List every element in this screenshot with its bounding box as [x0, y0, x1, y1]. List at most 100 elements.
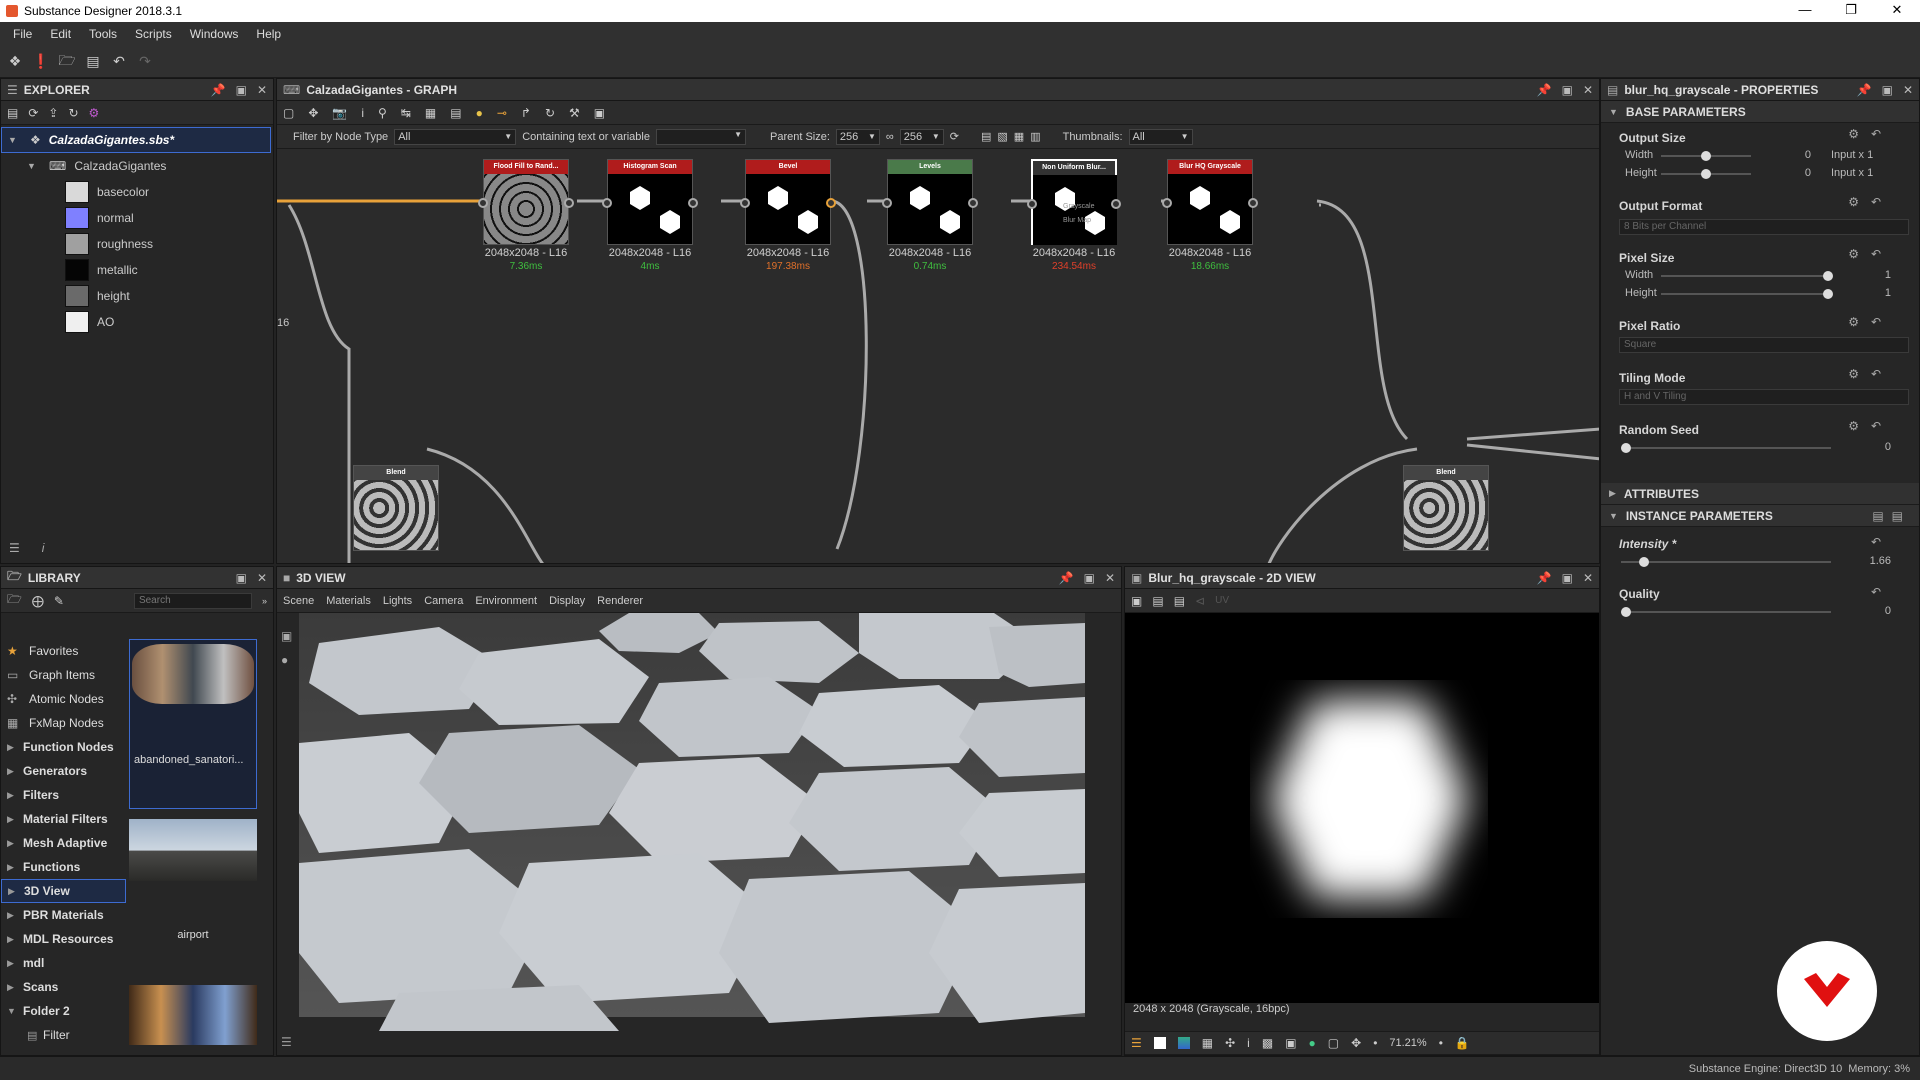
graph-canvas[interactable]: 16 Flood Fill to Rand... 2048x2048 - L16 7… [277, 149, 1599, 563]
close-button[interactable]: ✕ [1874, 0, 1920, 22]
refresh-icon[interactable]: ⟳ [28, 106, 38, 120]
library-category-mdl-resources[interactable]: ▶ MDL Resources [1, 927, 126, 951]
channels-icon[interactable]: ▣ [1285, 1036, 1296, 1050]
chevron-down-icon[interactable]: ▼ [27, 161, 37, 171]
library-category-generators[interactable]: ▶ Generators [1, 759, 126, 783]
paste-icon[interactable]: ▤ [1174, 594, 1185, 608]
open-folder-icon[interactable]: 🗁 [58, 52, 76, 71]
graph-node-blend-left[interactable]: Blend [353, 465, 439, 551]
library-search-input[interactable]: Search [133, 592, 252, 609]
library-category-functions[interactable]: ▶ Functions [1, 855, 126, 879]
output-row-roughness[interactable]: roughness [1, 231, 273, 257]
param-icons[interactable]: ↶ [1871, 535, 1893, 549]
menu-scene[interactable]: Scene [283, 595, 314, 607]
pick-icon[interactable]: ✣ [1225, 1036, 1235, 1050]
output-port[interactable] [1111, 199, 1121, 209]
save-icon[interactable]: ▤ [1152, 594, 1163, 608]
info-icon[interactable]: i [42, 541, 45, 555]
grid-icon[interactable]: ▦ [1202, 1036, 1213, 1050]
layers-icon[interactable]: ☰ [1131, 1036, 1142, 1050]
intensity-slider[interactable] [1621, 557, 1831, 567]
library-category-pbr-materials[interactable]: ▶ PBR Materials [1, 903, 126, 927]
chevron-right-icon[interactable]: » [262, 596, 267, 606]
output-row-metallic[interactable]: metallic [1, 257, 273, 283]
library-category-3d-view[interactable]: ▶ 3D View [1, 879, 126, 903]
frame-icon[interactable]: ▢ [283, 106, 294, 120]
param-icons[interactable]: ↶ [1871, 585, 1893, 599]
pin-icon[interactable]: 📌 [211, 83, 226, 97]
library-category-mdl[interactable]: ▶ mdl [1, 951, 126, 975]
menu-display[interactable]: Display [549, 595, 585, 607]
output-port[interactable] [564, 198, 574, 208]
library-category-scans[interactable]: ▶ Scans [1, 975, 126, 999]
menu-environment[interactable]: Environment [475, 595, 537, 607]
output-row-ao[interactable]: AO [1, 309, 273, 335]
camera-icon[interactable]: 📷 [332, 106, 347, 120]
graph-node-5[interactable]: Non Uniform Blur... [1027, 159, 1121, 245]
undo-icon[interactable]: ↶ [110, 53, 128, 71]
connect-icon[interactable]: ↱ [521, 106, 531, 120]
layout-icon[interactable]: ▦ [425, 106, 436, 120]
thumb-airport[interactable]: airport [129, 813, 257, 983]
camera-icon[interactable]: ▣ [281, 629, 292, 643]
comment-icon[interactable]: ▤ [450, 106, 461, 120]
close-icon[interactable]: ✕ [257, 83, 267, 97]
pixel-ratio-select[interactable]: Square [1619, 337, 1909, 353]
link-icon[interactable]: ⊸ [497, 106, 507, 120]
pixel-width-slider[interactable] [1661, 271, 1833, 281]
close-icon[interactable]: ✕ [1903, 83, 1913, 97]
save-package-icon[interactable]: ▤ [7, 106, 18, 120]
graph-node-blend-right[interactable]: Blend [1403, 465, 1489, 551]
output-row-normal[interactable]: normal [1, 205, 273, 231]
viewport-2d[interactable] [1125, 613, 1599, 1003]
pin-icon[interactable]: 📌 [1059, 571, 1074, 585]
minimize-button[interactable]: — [1782, 0, 1828, 22]
menu-windows[interactable]: Windows [181, 27, 248, 41]
float-icon[interactable]: ▣ [236, 571, 247, 585]
pin-icon[interactable]: 📌 [1537, 83, 1552, 97]
layout-c-icon[interactable]: ▦ [1014, 130, 1024, 143]
menu-renderer[interactable]: Renderer [597, 595, 643, 607]
close-icon[interactable]: ✕ [1583, 571, 1593, 585]
output-port[interactable] [688, 198, 698, 208]
menu-edit[interactable]: Edit [41, 27, 80, 41]
chain-link-icon[interactable]: ∞ [886, 131, 894, 143]
float-icon[interactable]: ▣ [236, 83, 247, 97]
tree-icon[interactable]: ☰ [281, 1035, 292, 1049]
add-icon[interactable]: ⨁ [32, 594, 44, 608]
layout-h-icon[interactable]: ▤ [981, 130, 991, 143]
chevron-down-icon[interactable]: ▼ [8, 135, 18, 145]
param-icons[interactable]: ⚙↶ [1848, 247, 1893, 261]
param-icons[interactable]: ⚙↶ [1848, 127, 1893, 141]
input-port[interactable] [1162, 198, 1172, 208]
menu-file[interactable]: File [4, 27, 41, 41]
histogram-icon[interactable]: ▩ [1262, 1036, 1273, 1050]
parent-size-select-2[interactable]: 256 ▼ [899, 128, 944, 145]
new-package-icon[interactable]: ❖ [6, 53, 24, 71]
restore-button[interactable]: ❐ [1828, 0, 1874, 22]
containing-select[interactable]: ▼ [655, 128, 746, 145]
library-category-atomic-nodes[interactable]: ✣ Atomic Nodes [1, 687, 126, 711]
package-row[interactable]: ▼ ❖ CalzadaGigantes.sbs* [1, 127, 271, 153]
menu-materials[interactable]: Materials [326, 595, 371, 607]
edit-icon[interactable]: ✎ [54, 594, 64, 608]
library-category-function-nodes[interactable]: ▶ Function Nodes [1, 735, 126, 759]
param-icons[interactable]: ⚙↶ [1848, 315, 1893, 329]
pixel-height-slider[interactable] [1661, 289, 1833, 299]
publish-icon[interactable]: ⚙ [89, 106, 100, 120]
output-width-slider[interactable] [1661, 151, 1751, 161]
pin-icon[interactable]: 📌 [1857, 83, 1872, 97]
share-icon[interactable]: ⊲ [1195, 594, 1205, 608]
fit-icon[interactable]: ▢ [1328, 1036, 1339, 1050]
color-swatch-icon[interactable] [1177, 1037, 1190, 1049]
library-category-filter[interactable]: ▤ Filter [1, 1023, 126, 1047]
random-seed-slider[interactable] [1621, 443, 1831, 453]
output-port[interactable] [968, 198, 978, 208]
graph-node-6[interactable]: Blur HQ Grayscale [1162, 159, 1258, 245]
float-icon[interactable]: ▣ [1084, 571, 1095, 585]
align-icon[interactable]: ↹ [401, 106, 411, 120]
redo-icon[interactable]: ↷ [136, 53, 154, 71]
python-icon[interactable]: ● [476, 106, 483, 120]
copy-icon[interactable]: ▣ [1131, 594, 1142, 608]
output-row-height[interactable]: height [1, 283, 273, 309]
